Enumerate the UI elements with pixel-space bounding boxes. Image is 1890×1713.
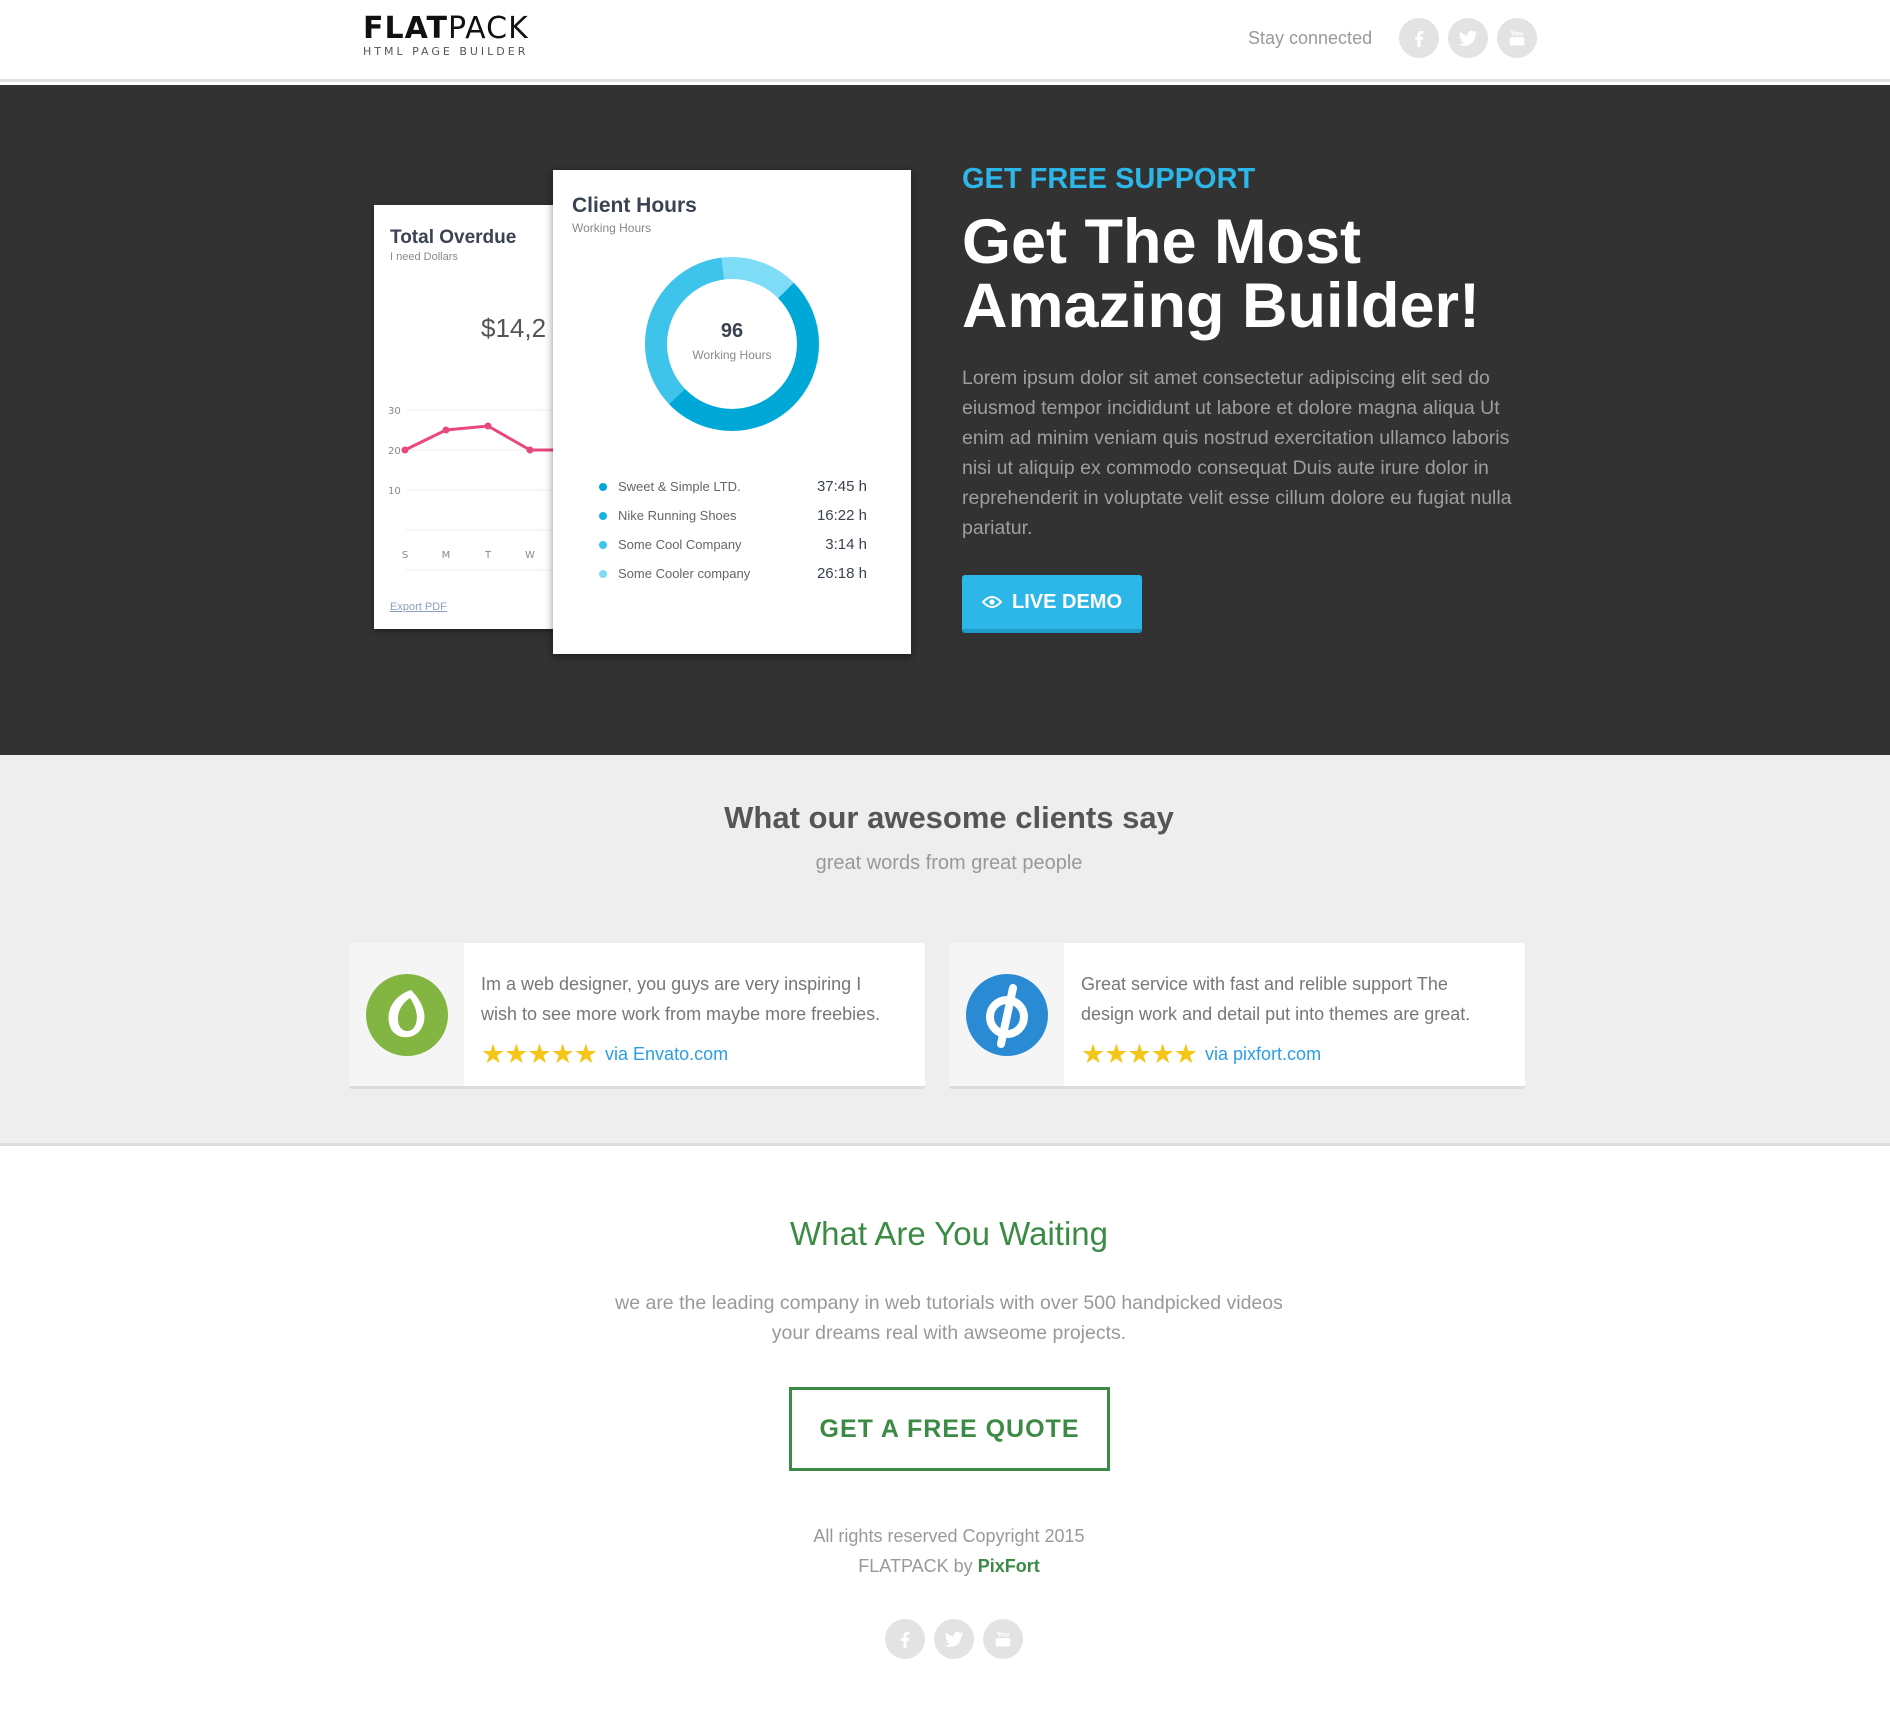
legend-dot (599, 569, 607, 578)
overdue-line-chart: 30 20 10 S M T W (388, 406, 560, 571)
x-tick-label: W (525, 550, 535, 561)
live-demo-button[interactable]: LIVE DEMO (962, 575, 1142, 633)
legend-dot (599, 540, 607, 549)
legend-dot (599, 482, 607, 491)
testimonials-section: What our awesome clients say great words… (0, 755, 1890, 1146)
star-rating: ★★★★★ (1081, 1039, 1198, 1069)
logo-tagline: HTML PAGE BUILDER (363, 45, 529, 58)
site-header: FLATPACK HTML PAGE BUILDER Stay connecte… (0, 0, 1890, 82)
svg-text:You: You (995, 1630, 1009, 1638)
facebook-icon[interactable] (1399, 18, 1439, 58)
credit-text: FLATPACK by PixFort (0, 1556, 1890, 1577)
legend-dot (599, 511, 607, 520)
working-hours-donut (645, 257, 819, 431)
twitter-icon[interactable] (1448, 18, 1488, 58)
testimonial-text: Great service with fast and relible supp… (1081, 974, 1471, 1024)
envato-icon (349, 943, 464, 1086)
client-hours-title: Client Hours (572, 194, 697, 217)
star-rating: ★★★★★ (481, 1039, 598, 1069)
testimonial-text: Im a web designer, you guys are very ins… (481, 974, 881, 1024)
pixfort-link[interactable]: via pixfort.com (1205, 1044, 1321, 1065)
total-overdue-card: 30 20 10 S M T W Total Overdue I need Dollars … (374, 205, 560, 629)
data-point (484, 422, 492, 430)
hero-headline: Get The Most Amazing Builder! (962, 207, 1481, 341)
header-social-links: You (1399, 18, 1537, 58)
cta-text: we are the leading company in web tutori… (615, 1292, 1283, 1344)
client-hours-value: 16:22 h (816, 507, 867, 524)
testimonials-title: What our awesome clients say (724, 800, 1174, 835)
client-name: Some Cool Company (618, 537, 742, 552)
overdue-amount: $14,2 (481, 313, 547, 343)
client-hours-card: Client Hours Working Hours 96 Working Ho… (553, 170, 911, 654)
facebook-icon[interactable] (885, 1619, 925, 1659)
data-point (401, 446, 409, 454)
testimonials-subtitle: great words from great people (815, 852, 1083, 874)
testimonial-rating: ★★★★★ via Envato.com (481, 1039, 728, 1070)
client-hours-value: 37:45 h (816, 478, 867, 495)
data-point (526, 446, 534, 454)
logo-bold-text: FLAT (363, 11, 448, 46)
overdue-card-subtitle: I need Dollars (390, 251, 458, 263)
x-tick-label: T (484, 550, 492, 561)
free-quote-button[interactable]: GET A FREE QUOTE (789, 1387, 1110, 1471)
pixfort-icon (949, 943, 1064, 1086)
logo[interactable]: FLATPACK HTML PAGE BUILDER (363, 11, 529, 59)
twitter-icon[interactable] (934, 1619, 974, 1659)
list-item: Nike Running Shoes 16:22 h (599, 501, 867, 530)
client-hours-subtitle: Working Hours (572, 221, 652, 235)
hero-description: Lorem ipsum dolor sit amet consectetur a… (962, 367, 1512, 539)
live-demo-label: LIVE DEMO (1011, 590, 1122, 613)
logo-light-text: PACK (447, 11, 529, 46)
client-name: Some Cooler company (618, 566, 751, 581)
list-item: Sweet & Simple LTD. 37:45 h (599, 472, 867, 501)
cta-title: What Are You Waiting (790, 1215, 1108, 1252)
hero-kicker: GET FREE SUPPORT (962, 163, 1256, 195)
x-tick-label: S (402, 550, 408, 561)
youtube-icon[interactable]: You (983, 1619, 1023, 1659)
copyright-text: All rights reserved Copyright 2015 (813, 1526, 1085, 1546)
youtube-icon[interactable]: You (1497, 18, 1537, 58)
donut-label: Working Hours (692, 348, 772, 362)
stay-connected-label: Stay connected (1248, 28, 1373, 48)
envato-link[interactable]: via Envato.com (605, 1044, 728, 1065)
client-hours-value: 26:18 h (816, 565, 867, 582)
y-tick-label: 10 (388, 486, 401, 497)
client-hours-list: Sweet & Simple LTD. 37:45 h Nike Running … (599, 472, 867, 588)
client-hours-value: 3:14 h (825, 536, 867, 553)
data-point (442, 426, 450, 434)
x-tick-label: M (442, 550, 451, 561)
series-line (404, 424, 560, 452)
export-pdf-link[interactable]: Export PDF (390, 601, 447, 613)
testimonial-rating: ★★★★★ via pixfort.com (1081, 1039, 1321, 1070)
credit-prefix: FLATPACK by (858, 1556, 973, 1576)
testimonial-card: Great service with fast and relible supp… (949, 943, 1525, 1089)
client-name: Nike Running Shoes (618, 508, 737, 523)
list-item: Some Cool Company 3:14 h (599, 530, 867, 559)
pixfort-credit-link[interactable]: PixFort (978, 1556, 1040, 1576)
overdue-card-title: Total Overdue (390, 227, 517, 248)
y-tick-label: 30 (388, 406, 401, 417)
donut-value: 96 (720, 320, 744, 342)
footer-social-links: You (885, 1619, 1023, 1659)
testimonial-card: Im a web designer, you guys are very ins… (349, 943, 925, 1089)
list-item: Some Cooler company 26:18 h (599, 559, 867, 588)
hero-section: 30 20 10 S M T W Total Overdue I need Dollars … (0, 85, 1890, 755)
svg-text:You: You (1509, 29, 1523, 37)
eye-icon (981, 596, 1002, 608)
client-name: Sweet & Simple LTD. (618, 479, 741, 494)
y-tick-label: 20 (388, 446, 401, 457)
